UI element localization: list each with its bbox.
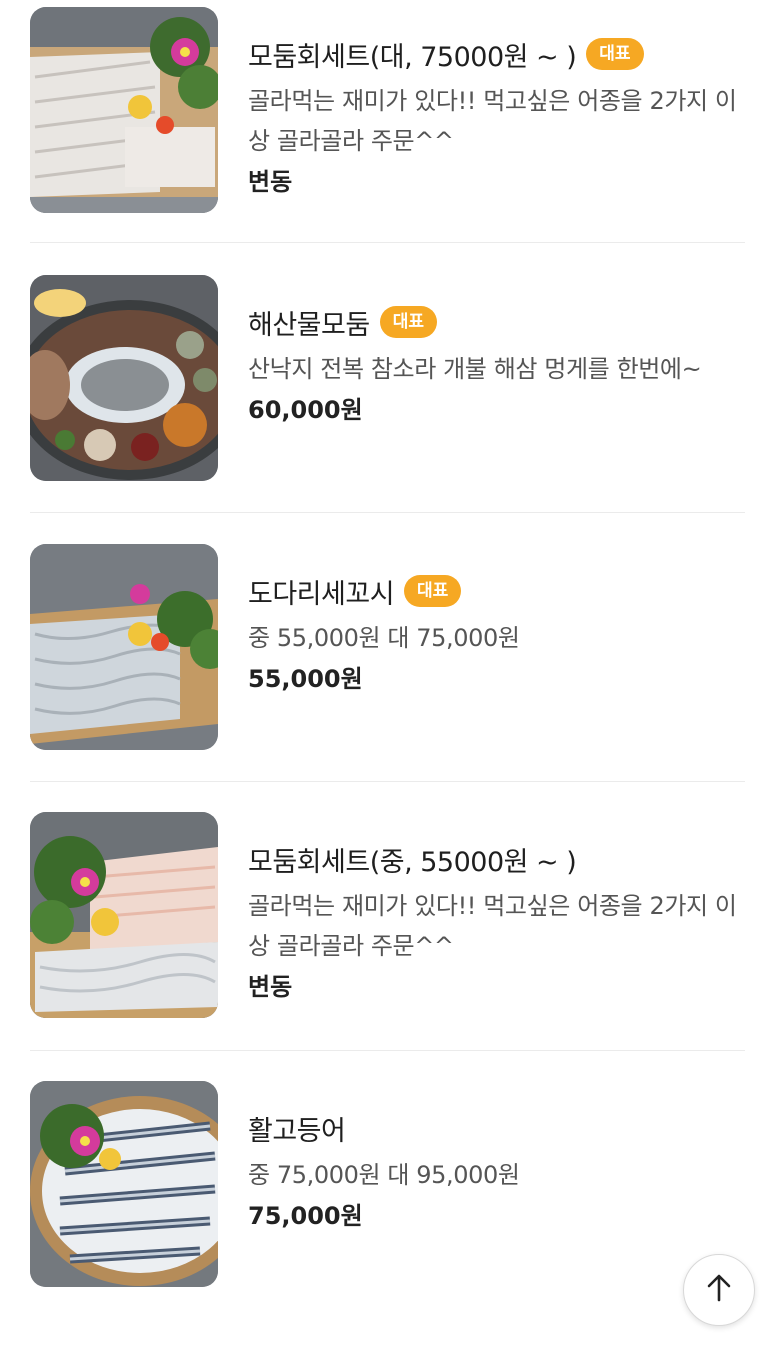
menu-item-description: 산낙지 전복 참소라 개불 해삼 멍게를 한번에~ (248, 355, 702, 383)
menu-item-price: 75,000원 (248, 1202, 363, 1230)
menu-item-description: 중 55,000원 대 75,000원 (248, 624, 520, 652)
divider (30, 781, 745, 782)
menu-item-description: 골라먹는 재미가 있다!! 먹고싶은 어종을 2가지 이상 골라골라 주문^^ (248, 87, 737, 155)
menu-item-info: 모둠회세트(중, 55000원 ~ ) 골라먹는 재미가 있다!! 먹고싶은 어… (248, 838, 748, 1004)
menu-item-image[interactable] (30, 1081, 218, 1287)
menu-item-title-row: 도다리세꼬시 대표 (248, 570, 748, 612)
menu-item-name: 활고등어 (248, 1115, 346, 1147)
menu-item[interactable]: 모둠회세트(중, 55000원 ~ ) 골라먹는 재미가 있다!! 먹고싶은 어… (0, 812, 773, 1082)
signature-badge: 대표 (404, 575, 462, 607)
menu-item-description: 중 75,000원 대 95,000원 (248, 1161, 520, 1189)
menu-item-price: 변동 (248, 168, 293, 196)
divider (30, 1050, 745, 1051)
menu-item-name: 도다리세꼬시 (248, 578, 395, 610)
menu-item-info: 활고등어 중 75,000원 대 95,000원 75,000원 (248, 1107, 748, 1233)
menu-item-title-row: 해산물모둠 대표 (248, 301, 748, 343)
signature-badge: 대표 (586, 38, 644, 70)
menu-item-info: 모둠회세트(대, 75000원 ~ ) 대표 골라먹는 재미가 있다!! 먹고싶… (248, 33, 748, 199)
menu-item-name: 해산물모둠 (248, 309, 370, 341)
menu-item-name: 모둠회세트(중, 55000원 ~ ) (248, 846, 577, 878)
arrow-up-icon (705, 1273, 733, 1307)
menu-item-price: 변동 (248, 973, 293, 1001)
menu-item[interactable]: 해산물모둠 대표 산낙지 전복 참소라 개불 해삼 멍게를 한번에~ 60,00… (0, 275, 773, 545)
signature-badge: 대표 (379, 306, 437, 338)
menu-item-image[interactable] (30, 7, 218, 213)
divider (30, 512, 745, 513)
menu-item-title-row: 모둠회세트(중, 55000원 ~ ) (248, 838, 748, 880)
menu-item-price: 55,000원 (248, 665, 363, 693)
menu-item-price: 60,000원 (248, 396, 363, 424)
menu-item-image[interactable] (30, 275, 218, 481)
menu-item-description: 골라먹는 재미가 있다!! 먹고싶은 어종을 2가지 이상 골라골라 주문^^ (248, 892, 737, 960)
menu-item-image[interactable] (30, 812, 218, 1018)
scroll-to-top-button[interactable] (683, 1254, 755, 1326)
menu-item-image[interactable] (30, 544, 218, 750)
divider (30, 242, 745, 243)
menu-item-name: 모둠회세트(대, 75000원 ~ ) (248, 41, 577, 73)
menu-item-info: 해산물모둠 대표 산낙지 전복 참소라 개불 해삼 멍게를 한번에~ 60,00… (248, 301, 748, 427)
menu-item[interactable]: 활고등어 중 75,000원 대 95,000원 75,000원 (0, 1081, 773, 1351)
menu-item-title-row: 모둠회세트(대, 75000원 ~ ) 대표 (248, 33, 748, 75)
menu-item[interactable]: 도다리세꼬시 대표 중 55,000원 대 75,000원 55,000원 (0, 544, 773, 814)
menu-item[interactable]: 모둠회세트(대, 75000원 ~ ) 대표 골라먹는 재미가 있다!! 먹고싶… (0, 7, 773, 277)
menu-item-title-row: 활고등어 (248, 1107, 748, 1149)
menu-item-info: 도다리세꼬시 대표 중 55,000원 대 75,000원 55,000원 (248, 570, 748, 696)
